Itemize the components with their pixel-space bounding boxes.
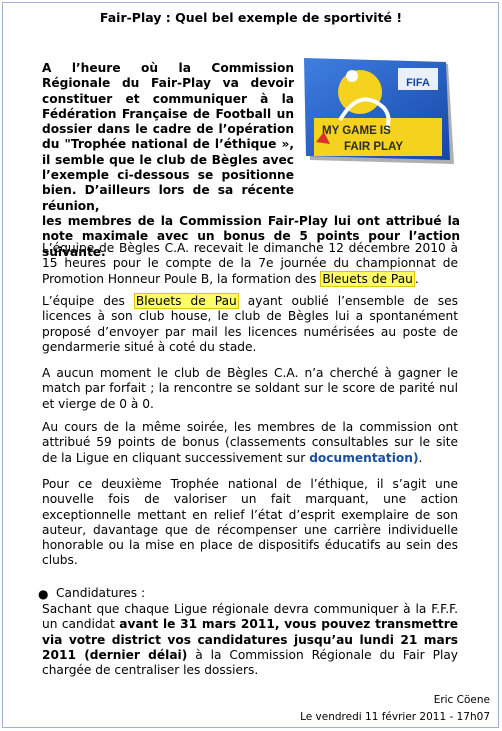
candidatures-label: Candidatures : [56, 586, 146, 600]
intro-paragraph: A l’heure où la Commission Régionale du … [42, 61, 460, 260]
paragraph-bonus-end: . [418, 450, 423, 465]
paragraph-trophee: Pour ce deuxième Trophée national de l’é… [42, 477, 458, 568]
paragraph-bonus: Au cours de la même soirée, les membres … [42, 420, 458, 466]
paragraph-forfait: A aucun moment le club de Bègles C.A. n’… [42, 366, 458, 411]
paragraph-match-end: . [414, 271, 419, 286]
article-title: Fair-Play : Quel bel exemple de sportivi… [99, 10, 403, 25]
paragraph-candidatures: Sachant que chaque Ligue régionale devra… [42, 602, 458, 678]
intro-text-narrow: A l’heure où la Commission Régionale du … [42, 61, 294, 213]
highlight-bleuets-2: Bleuets de Pau [133, 293, 239, 309]
bullet-icon: ● [38, 587, 49, 601]
highlight-bleuets-1: Bleuets de Pau [320, 270, 415, 287]
paragraph-match: L’équipe de Bègles C.A. recevait le dima… [42, 241, 458, 287]
publication-date: Le vendredi 11 février 2011 - 17h07 [300, 711, 490, 723]
documentation-link[interactable]: documentation) [309, 451, 418, 465]
paragraph-licences: L’équipe des Bleuets de Pau ayant oublié… [42, 293, 458, 355]
author-name: Eric Cöene [433, 694, 490, 706]
paragraph-licences-start: L’équipe des [42, 294, 134, 308]
